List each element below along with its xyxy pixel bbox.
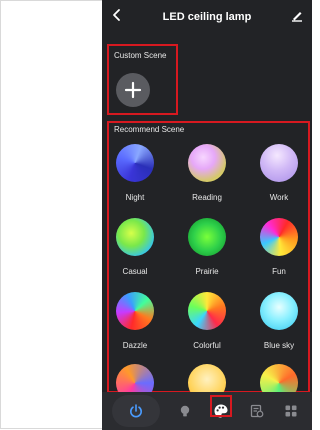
- scene-colorful[interactable]: Colorful: [177, 292, 237, 360]
- page-title: LED ceiling lamp: [162, 11, 252, 23]
- scene-color-swatch: [188, 144, 226, 182]
- recommend-scene-label: Recommend Scene: [114, 125, 185, 134]
- nav-schedule[interactable]: [242, 396, 272, 426]
- scene-color-swatch: [116, 218, 154, 256]
- scene-label: Casual: [122, 267, 148, 276]
- pencil-icon: [292, 12, 302, 22]
- scene-label: Dazzle: [122, 341, 148, 350]
- app-screen: LED ceiling lamp Custom Scene Recommend …: [102, 0, 312, 430]
- add-custom-scene-button[interactable]: [116, 73, 150, 107]
- scene-fun[interactable]: Fun: [249, 218, 309, 286]
- nav-light[interactable]: [170, 396, 200, 426]
- scene-color-swatch: [260, 218, 298, 256]
- scene-color-swatch: [188, 292, 226, 330]
- scene-reading[interactable]: Reading: [177, 144, 237, 212]
- bottom-nav: [102, 392, 312, 430]
- scene-label: Work: [269, 193, 289, 202]
- back-button[interactable]: [108, 8, 126, 26]
- grid-icon: [285, 405, 297, 417]
- scene-label: Night: [125, 193, 145, 202]
- schedule-icon: [250, 404, 264, 418]
- nav-more[interactable]: [276, 396, 306, 426]
- top-bar: LED ceiling lamp: [102, 0, 312, 36]
- plus-icon: [124, 81, 142, 99]
- scene-label: Colorful: [193, 341, 221, 350]
- scene-night[interactable]: Night: [105, 144, 165, 212]
- scene-label: Blue sky: [263, 341, 295, 350]
- nav-power[interactable]: [112, 395, 160, 427]
- scene-color-swatch: [116, 144, 154, 182]
- scene-work[interactable]: Work: [249, 144, 309, 212]
- scene-casual[interactable]: Casual: [105, 218, 165, 286]
- scene-prairie[interactable]: Prairie: [177, 218, 237, 286]
- edit-button[interactable]: [290, 8, 308, 26]
- scene-color-swatch: [260, 292, 298, 330]
- scene-color-swatch: [188, 218, 226, 256]
- scene-color-swatch: [260, 144, 298, 182]
- scene-dazzle[interactable]: Dazzle: [105, 292, 165, 360]
- scene-label: Prairie: [195, 267, 219, 276]
- scene-tab-highlight: [210, 395, 232, 417]
- bulb-icon: [180, 405, 190, 417]
- power-icon: [130, 404, 142, 418]
- scene-label: Fun: [272, 267, 286, 276]
- scene-color-swatch: [116, 292, 154, 330]
- scene-label: Reading: [192, 193, 222, 202]
- custom-scene-label: Custom Scene: [114, 51, 167, 60]
- chevron-left-icon: [113, 9, 120, 21]
- scene-blue-sky[interactable]: Blue sky: [249, 292, 309, 360]
